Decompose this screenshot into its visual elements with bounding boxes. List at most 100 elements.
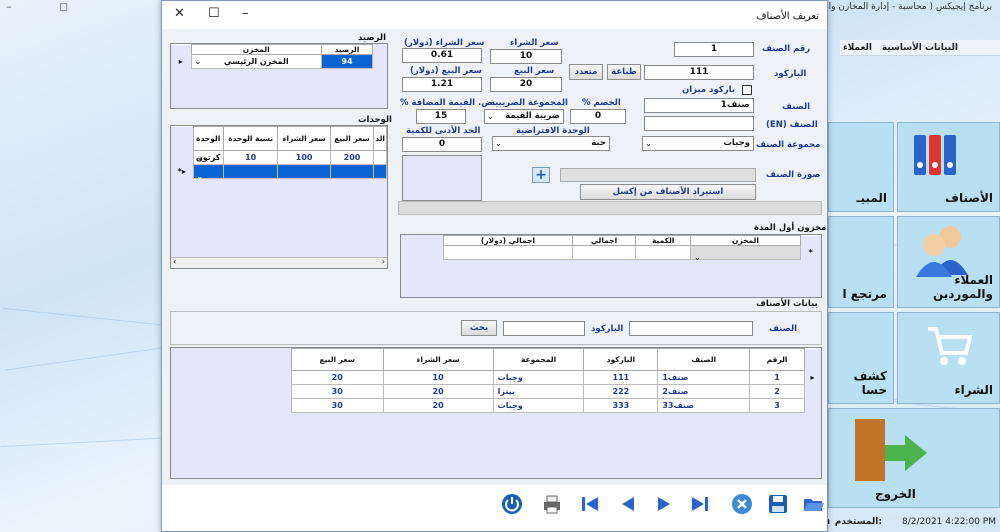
- items-grid: سعر البيع سعر الشراء المجموعة الباركود ا…: [170, 347, 822, 479]
- image-path-field[interactable]: [560, 168, 756, 182]
- tile-items-label: الأصناف: [945, 191, 993, 205]
- tile-customers-label: العملاء والموردين: [932, 273, 993, 301]
- search-barcode-input[interactable]: [503, 321, 585, 336]
- row-group: وجبات: [492, 370, 585, 385]
- items-col-group: المجموعة: [492, 348, 585, 371]
- units-title: الوحدات: [358, 115, 392, 125]
- last-record-icon[interactable]: [688, 492, 712, 516]
- opening-stock-table: اجمالي (دولار) اجمالي الكمية المخزن ⌄ *: [443, 235, 821, 262]
- add-image-icon[interactable]: +: [532, 167, 550, 183]
- buy-price-usd-input[interactable]: 0.61: [402, 48, 482, 63]
- units-new-row[interactable]: *▸ ⌄: [171, 164, 387, 181]
- min-qty-label: الحد الأدنى للكمية: [406, 126, 481, 136]
- tile-sales[interactable]: المبيـ: [828, 122, 894, 212]
- min-qty-input[interactable]: 0: [402, 137, 482, 152]
- units-scrollbar[interactable]: ‹ ›: [171, 257, 387, 268]
- default-unit-select[interactable]: ⌄ حبة: [492, 136, 610, 151]
- vat-input[interactable]: 15: [416, 109, 466, 124]
- status-user-label: المستخدم:: [834, 517, 882, 527]
- tile-returns-label: مرتجع ا: [842, 287, 887, 301]
- buy-price-usd-label: سعر الشراء (دولار): [404, 38, 485, 48]
- row-name: صنف33: [657, 398, 751, 413]
- item-image-box[interactable]: [402, 155, 482, 201]
- balance-col-qty: الرصيد: [320, 44, 374, 55]
- search-item-label: الصنف: [769, 324, 798, 334]
- search-bar: الصنف الباركود بحث: [170, 311, 822, 345]
- import-excel-button[interactable]: استيراد الأصناف من إكسل: [580, 184, 756, 200]
- progress-bar: [398, 201, 822, 215]
- units-grid: الوحدة نسبة الوحدة سعر الشراء سعر البيع …: [170, 125, 388, 269]
- close-icon[interactable]: ✕: [174, 6, 185, 21]
- balance-title: الرصيد: [358, 33, 386, 43]
- sell-price-usd-input[interactable]: 1.21: [402, 77, 482, 92]
- items-col-buy: سعر الشراء: [382, 348, 494, 371]
- maximize-icon[interactable]: ☐: [208, 6, 220, 21]
- delete-icon[interactable]: [730, 492, 754, 516]
- multi-button[interactable]: متعدد: [569, 64, 603, 80]
- row-group: بيتزا: [492, 384, 585, 399]
- item-name-en-input[interactable]: [644, 116, 754, 131]
- table-row[interactable]: 20 10 وجبات 111 صنف1 1 ▸: [291, 370, 821, 385]
- print-button[interactable]: طباعة: [607, 64, 641, 80]
- item-definition-dialog: ✕ ☐ – تعريف الأصناف الرصيد المخزن الرصيد …: [161, 0, 828, 532]
- units-table: الوحدة نسبة الوحدة سعر الشراء سعر البيع …: [171, 126, 387, 181]
- tile-customers[interactable]: العملاء والموردين: [897, 216, 1000, 308]
- previous-record-icon[interactable]: [616, 492, 640, 516]
- opening-col-qty: الكمية: [635, 235, 691, 246]
- barcode-input[interactable]: 111: [644, 65, 754, 80]
- units-sell[interactable]: 200: [329, 150, 375, 165]
- printer-icon[interactable]: [540, 492, 564, 516]
- opening-stock-grid: اجمالي (دولار) اجمالي الكمية المخزن ⌄ *: [400, 234, 822, 298]
- tile-statement-label: كشف حسا: [853, 369, 887, 397]
- save-icon[interactable]: [766, 492, 790, 516]
- row-buy: 10: [382, 370, 494, 385]
- menu-basic-data[interactable]: البيانات الأساسية: [882, 43, 958, 53]
- minimize-icon[interactable]: –: [242, 6, 249, 21]
- tax-group-select[interactable]: ⌄ضريبة القيمة المضافة: [484, 109, 564, 124]
- power-icon[interactable]: [500, 492, 524, 516]
- item-code-input[interactable]: 1: [674, 42, 754, 57]
- row-buy: 20: [382, 398, 494, 413]
- units-unit[interactable]: ⌄ كرتون: [192, 150, 224, 165]
- units-row[interactable]: ⌄ كرتون 10 100 200: [171, 150, 387, 165]
- row-num: 1: [749, 370, 805, 385]
- row-barcode: 222: [583, 384, 659, 399]
- open-folder-icon[interactable]: [802, 492, 826, 516]
- items-col-barcode: الباركود: [583, 348, 659, 371]
- units-ratio[interactable]: 10: [222, 150, 279, 165]
- row-buy: 20: [382, 384, 494, 399]
- tile-purchase[interactable]: الشراء: [897, 312, 1000, 404]
- units-buy[interactable]: 100: [277, 150, 331, 165]
- row-num: 2: [749, 384, 805, 399]
- row-num: 3: [749, 398, 805, 413]
- discount-input[interactable]: 0: [570, 109, 626, 124]
- search-item-input[interactable]: [629, 321, 753, 336]
- item-group-label: مجموعة الصنف: [756, 140, 821, 150]
- opening-new-row[interactable]: ⌄ *: [443, 245, 821, 262]
- sell-price-input[interactable]: 20: [490, 77, 562, 92]
- tile-statement[interactable]: كشف حسا: [828, 312, 894, 404]
- menu-customers[interactable]: العملاء: [843, 43, 872, 53]
- table-row[interactable]: 30 20 وجبات 333 صنف33 3: [291, 398, 821, 413]
- next-record-icon[interactable]: [652, 492, 676, 516]
- first-record-icon[interactable]: [578, 492, 602, 516]
- vat-label: ض. القيمة المضافة %: [400, 98, 493, 108]
- tile-returns[interactable]: مرتجع ا: [828, 216, 894, 308]
- table-row[interactable]: 30 20 بيتزا 222 صنف2 2: [291, 384, 821, 399]
- item-name-input[interactable]: صنف1: [644, 98, 754, 113]
- buy-price-input[interactable]: 10: [490, 49, 562, 64]
- tile-exit[interactable]: الخروج: [828, 408, 1000, 508]
- units-col-more: الد: [373, 126, 387, 151]
- item-group-select[interactable]: ⌄ وجبات: [642, 136, 754, 151]
- default-unit-label: الوحدة الافتراضية: [516, 126, 590, 136]
- row-sell: 20: [291, 370, 384, 385]
- app-title: برنامج إيجيكس ( محاسبة - إدارة المخازن و…: [817, 2, 992, 12]
- balance-row[interactable]: ▸ ⌄ المخزن الرئيسي 94: [171, 54, 374, 69]
- app-window-controls[interactable]: – ◻: [6, 0, 90, 13]
- sell-price-usd-label: سعر البيع (دولار): [410, 66, 482, 76]
- item-name-label: الصنف: [782, 102, 811, 112]
- scale-barcode-checkbox[interactable]: [742, 85, 752, 95]
- balance-store[interactable]: ⌄ المخزن الرئيسي: [190, 54, 322, 69]
- search-button[interactable]: بحث: [461, 320, 497, 336]
- tile-items[interactable]: الأصناف: [897, 122, 1000, 212]
